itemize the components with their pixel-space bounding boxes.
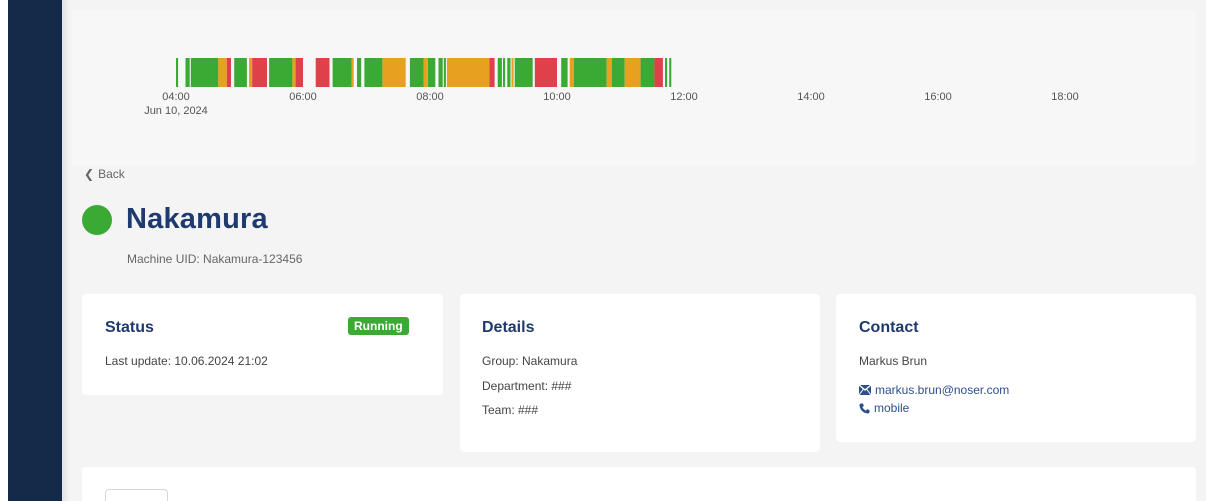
timeline-tick-label: 08:00 (416, 91, 444, 103)
status-card: Status Running Last update: 10.06.2024 2… (82, 294, 443, 395)
timeline-segment-green[interactable] (443, 58, 446, 87)
timeline-tick-label: 18:00 (1051, 91, 1079, 103)
timeline-segment-green[interactable] (665, 58, 668, 87)
timeline-tick-label: 16:00 (924, 91, 952, 103)
timeline-segment-green[interactable] (364, 58, 383, 87)
timeline-segment-green[interactable] (497, 58, 502, 87)
timeline-segment-green[interactable] (640, 58, 655, 87)
nav-rail (8, 0, 62, 501)
timeline-segment-green[interactable] (269, 58, 293, 87)
timeline-segment-green[interactable] (234, 58, 247, 87)
chevron-left-icon: ❮ (84, 167, 95, 181)
contact-phone: mobile (874, 401, 910, 415)
left-nav-bar (0, 0, 70, 501)
details-group: Group: Nakamura (482, 354, 578, 368)
timeline-tick-label: 12:00 (670, 91, 698, 103)
envelope-icon (859, 385, 871, 395)
timeline-segment-green[interactable] (185, 58, 190, 87)
timeline-segment-red[interactable] (534, 58, 557, 87)
machine-header: Nakamura (82, 203, 268, 236)
nav-shadow (62, 0, 70, 501)
timeline-segment-green[interactable] (332, 58, 352, 87)
timeline-segment-red[interactable] (252, 58, 267, 87)
timeline-segment-green[interactable] (503, 58, 506, 87)
timeline-segment-red[interactable] (654, 58, 663, 87)
timeline-segment-green[interactable] (514, 58, 533, 87)
timeline-segment-red[interactable] (315, 58, 330, 87)
timeline-segment-green[interactable] (507, 58, 511, 87)
timeline-tick-label: 04:00 (162, 91, 190, 103)
timeline-date-label: Jun 10, 2024 (144, 105, 208, 117)
machine-status-dot (82, 204, 112, 235)
last-update-text: Last update: 10.06.2024 21:02 (105, 354, 268, 368)
phone-icon (859, 403, 870, 414)
timeline-segment-orange[interactable] (511, 58, 514, 87)
contact-card: Contact Markus Brun markus.brun@noser.co… (836, 294, 1196, 442)
status-title: Status (105, 319, 154, 336)
contact-name: Markus Brun (859, 354, 928, 368)
machine-uid: Machine UID: Nakamura-123456 (127, 252, 303, 266)
machine-name: Nakamura (126, 203, 268, 235)
timeline-segment-green[interactable] (573, 58, 607, 87)
timeline-segment-orange[interactable] (446, 58, 490, 87)
panel-control[interactable] (105, 489, 168, 501)
state-timeline-chart: 04:00 Jun 10, 2024 06:00 08:00 10:00 12:00 14:… (144, 58, 1079, 117)
status-badge: Running (348, 317, 409, 335)
timeline-segment-green[interactable] (438, 58, 443, 87)
contact-email: markus.brun@noser.com (875, 383, 1010, 397)
timeline-segment-red[interactable] (295, 58, 303, 87)
back-label: Back (98, 167, 125, 181)
timeline-segment-red[interactable] (226, 58, 231, 87)
timeline-segment-orange[interactable] (218, 58, 227, 87)
timeline-tick-label: 06:00 (289, 91, 317, 103)
timeline-segment-green[interactable] (409, 58, 424, 87)
contact-phone-link[interactable]: mobile (859, 401, 909, 415)
timeline-tick-label: 10:00 (543, 91, 571, 103)
timeline-segment-green[interactable] (612, 58, 625, 87)
timeline-segment-red[interactable] (489, 58, 495, 87)
timeline-segment-orange[interactable] (624, 58, 641, 87)
timeline-tick-label: 14:00 (797, 91, 825, 103)
details-department: Department: ### (482, 379, 572, 393)
timeline-segment-orange[interactable] (292, 58, 296, 87)
timeline-segment-green[interactable] (427, 58, 436, 87)
details-card: Details Group: Nakamura Department: ### … (460, 294, 820, 452)
timeline-card: 04:00 Jun 10, 2024 06:00 08:00 10:00 12:00 14:… (72, 10, 1196, 165)
timeline-segment-green[interactable] (357, 58, 362, 87)
timeline-segment-orange[interactable] (351, 58, 354, 87)
timeline-segment-orange[interactable] (569, 58, 574, 87)
timeline-segment-green[interactable] (561, 58, 568, 87)
timeline-segment-green[interactable] (669, 58, 672, 87)
details-team: Team: ### (482, 403, 539, 417)
timeline-segment-orange[interactable] (423, 58, 428, 87)
details-title: Details (482, 319, 535, 336)
contact-email-link[interactable]: markus.brun@noser.com (859, 383, 1009, 397)
timeline-segment-green[interactable] (176, 58, 179, 87)
timeline-segment-orange[interactable] (249, 58, 253, 87)
back-link[interactable]: ❮ Back (84, 167, 125, 181)
timeline-segment-orange[interactable] (606, 58, 612, 87)
contact-title: Contact (859, 319, 919, 336)
timeline-segment-orange[interactable] (382, 58, 406, 87)
timeline-segment-green[interactable] (190, 58, 219, 87)
bottom-panel (82, 467, 1196, 501)
